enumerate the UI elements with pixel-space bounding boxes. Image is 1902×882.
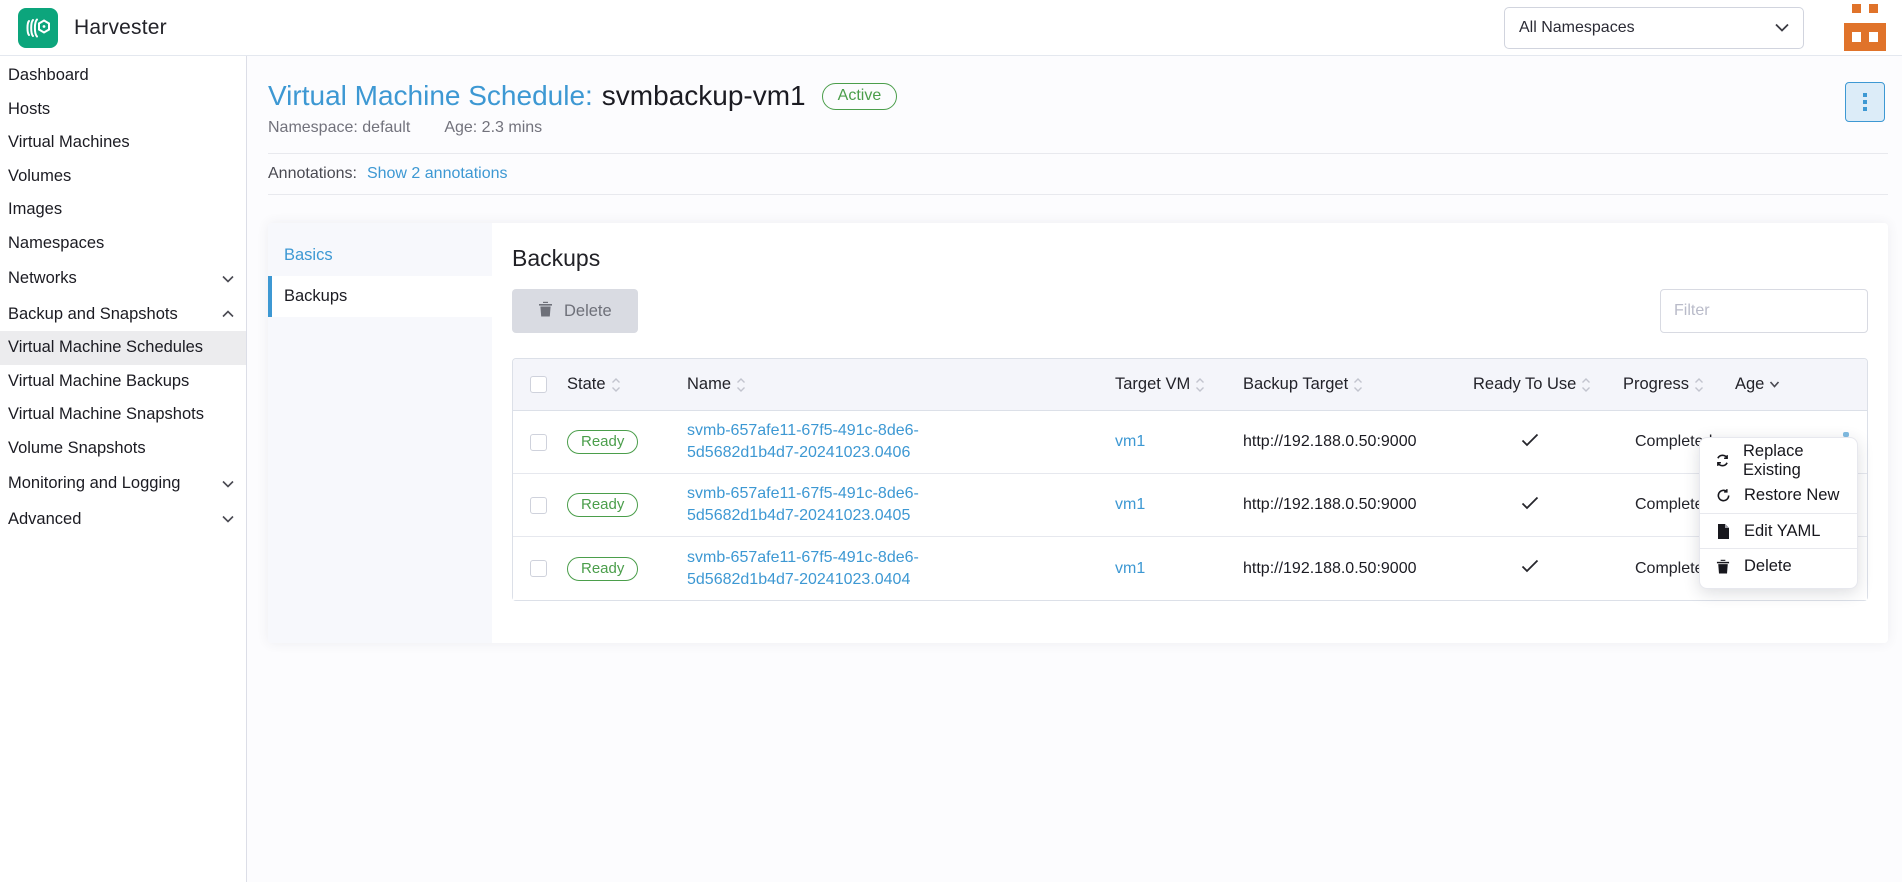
state-badge: Ready (567, 557, 638, 581)
backup-name-link[interactable]: svmb-657afe11-67f5-491c-8de6-5d5682d1b4d… (687, 420, 1009, 463)
sort-icon (1581, 377, 1591, 393)
row-checkbox[interactable] (530, 434, 547, 451)
menu-item-delete[interactable]: Delete (1700, 548, 1857, 583)
sidebar-item-volume-snapshots[interactable]: Volume Snapshots (0, 432, 246, 466)
sidebar-item-virtual-machine-schedules[interactable]: Virtual Machine Schedules (0, 331, 246, 365)
column-header-backup-target[interactable]: Backup Target (1235, 375, 1465, 394)
target-vm-link[interactable]: vm1 (1115, 496, 1145, 514)
trash-icon (1715, 559, 1731, 574)
namespace-selector-value: All Namespaces (1519, 19, 1775, 37)
refresh-icon (1715, 453, 1730, 468)
target-vm-link[interactable]: vm1 (1115, 433, 1145, 451)
tab-panel-backups: Backups Delete State (492, 223, 1888, 643)
sidebar-group-backup-and-snapshots[interactable]: Backup and Snapshots (0, 298, 246, 332)
annotations-label: Annotations: (268, 165, 357, 183)
sort-icon (1195, 377, 1205, 393)
backup-name-link[interactable]: svmb-657afe11-67f5-491c-8de6-5d5682d1b4d… (687, 547, 1009, 590)
page-title-name: svmbackup-vm1 (602, 80, 806, 112)
table-row: Ready svmb-657afe11-67f5-491c-8de6-5d568… (513, 474, 1867, 537)
chevron-up-icon (222, 310, 234, 318)
target-vm-link[interactable]: vm1 (1115, 560, 1145, 578)
chevron-down-icon (222, 515, 234, 523)
column-header-ready-to-use[interactable]: Ready To Use (1465, 375, 1615, 394)
column-header-progress[interactable]: Progress (1615, 375, 1727, 394)
backups-heading: Backups (512, 245, 1868, 272)
sidebar: Dashboard Hosts Virtual Machines Volumes… (0, 56, 247, 882)
menu-item-edit-yaml[interactable]: Edit YAML (1700, 513, 1857, 548)
menu-item-replace-existing[interactable]: Replace Existing (1700, 443, 1857, 478)
sidebar-item-dashboard[interactable]: Dashboard (0, 59, 246, 93)
restore-icon (1715, 488, 1731, 503)
harvester-logo-icon (18, 8, 58, 48)
main-content: Virtual Machine Schedule: svmbackup-vm1 … (247, 56, 1902, 882)
sidebar-item-hosts[interactable]: Hosts (0, 93, 246, 127)
user-avatar[interactable] (1844, 4, 1886, 51)
page-actions-menu-button[interactable] (1845, 82, 1885, 122)
column-header-age[interactable]: Age (1727, 375, 1867, 394)
show-annotations-link[interactable]: Show 2 annotations (367, 165, 508, 183)
sort-icon (611, 377, 621, 393)
sidebar-group-advanced[interactable]: Advanced (0, 503, 246, 537)
sidebar-group-monitoring-and-logging[interactable]: Monitoring and Logging (0, 467, 246, 501)
sort-icon (1694, 377, 1704, 393)
file-icon (1715, 524, 1731, 539)
trash-icon (538, 301, 553, 322)
state-badge: Ready (567, 430, 638, 454)
table-row: Ready svmb-657afe11-67f5-491c-8de6-5d568… (513, 411, 1867, 474)
row-action-menu: Replace Existing Restore New Edit YAML D… (1699, 437, 1858, 589)
tab-list: Basics Backups (268, 223, 492, 643)
page-title-type-link[interactable]: Virtual Machine Schedule: (268, 80, 593, 112)
backup-target-value: http://192.188.0.50:9000 (1243, 496, 1416, 514)
column-header-name[interactable]: Name (679, 375, 1107, 394)
sort-icon (736, 377, 746, 393)
namespace-selector[interactable]: All Namespaces (1504, 7, 1804, 49)
filter-input[interactable] (1660, 289, 1868, 333)
sidebar-item-virtual-machine-snapshots[interactable]: Virtual Machine Snapshots (0, 398, 246, 432)
sidebar-item-volumes[interactable]: Volumes (0, 160, 246, 194)
backup-target-value: http://192.188.0.50:9000 (1243, 560, 1416, 578)
chevron-down-icon (222, 275, 234, 283)
table-row: Ready svmb-657afe11-67f5-491c-8de6-5d568… (513, 537, 1867, 600)
row-checkbox[interactable] (530, 497, 547, 514)
checkmark-icon (1521, 496, 1539, 515)
detail-tab-card: Basics Backups Backups Delete (268, 223, 1888, 643)
chevron-down-icon (1775, 19, 1789, 37)
age-text: Age: 2.3 mins (444, 119, 542, 137)
column-header-state[interactable]: State (559, 375, 679, 394)
top-bar: Harvester All Namespaces (0, 0, 1902, 56)
app-title: Harvester (74, 16, 167, 40)
sort-icon (1353, 377, 1363, 393)
backups-table: State Name Target VM Backup Target (512, 358, 1868, 601)
sidebar-item-images[interactable]: Images (0, 193, 246, 227)
tab-basics[interactable]: Basics (268, 235, 492, 276)
sidebar-item-namespaces[interactable]: Namespaces (0, 227, 246, 261)
sidebar-group-networks[interactable]: Networks (0, 262, 246, 296)
delete-button[interactable]: Delete (512, 289, 638, 333)
namespace-text: Namespace: default (268, 119, 410, 137)
sidebar-item-virtual-machines[interactable]: Virtual Machines (0, 126, 246, 160)
checkmark-icon (1521, 559, 1539, 578)
status-badge: Active (822, 83, 898, 110)
menu-item-restore-new[interactable]: Restore New (1700, 478, 1857, 513)
sort-descending-icon (1769, 380, 1780, 389)
checkmark-icon (1521, 433, 1539, 452)
sidebar-item-virtual-machine-backups[interactable]: Virtual Machine Backups (0, 365, 246, 399)
annotations-bar: Annotations: Show 2 annotations (268, 153, 1888, 195)
backup-name-link[interactable]: svmb-657afe11-67f5-491c-8de6-5d5682d1b4d… (687, 483, 1009, 526)
row-checkbox[interactable] (530, 560, 547, 577)
table-header-row: State Name Target VM Backup Target (513, 359, 1867, 411)
column-header-target-vm[interactable]: Target VM (1107, 375, 1235, 394)
backup-target-value: http://192.188.0.50:9000 (1243, 433, 1416, 451)
state-badge: Ready (567, 493, 638, 517)
chevron-down-icon (222, 480, 234, 488)
select-all-checkbox[interactable] (530, 376, 547, 393)
tab-backups[interactable]: Backups (268, 276, 492, 317)
